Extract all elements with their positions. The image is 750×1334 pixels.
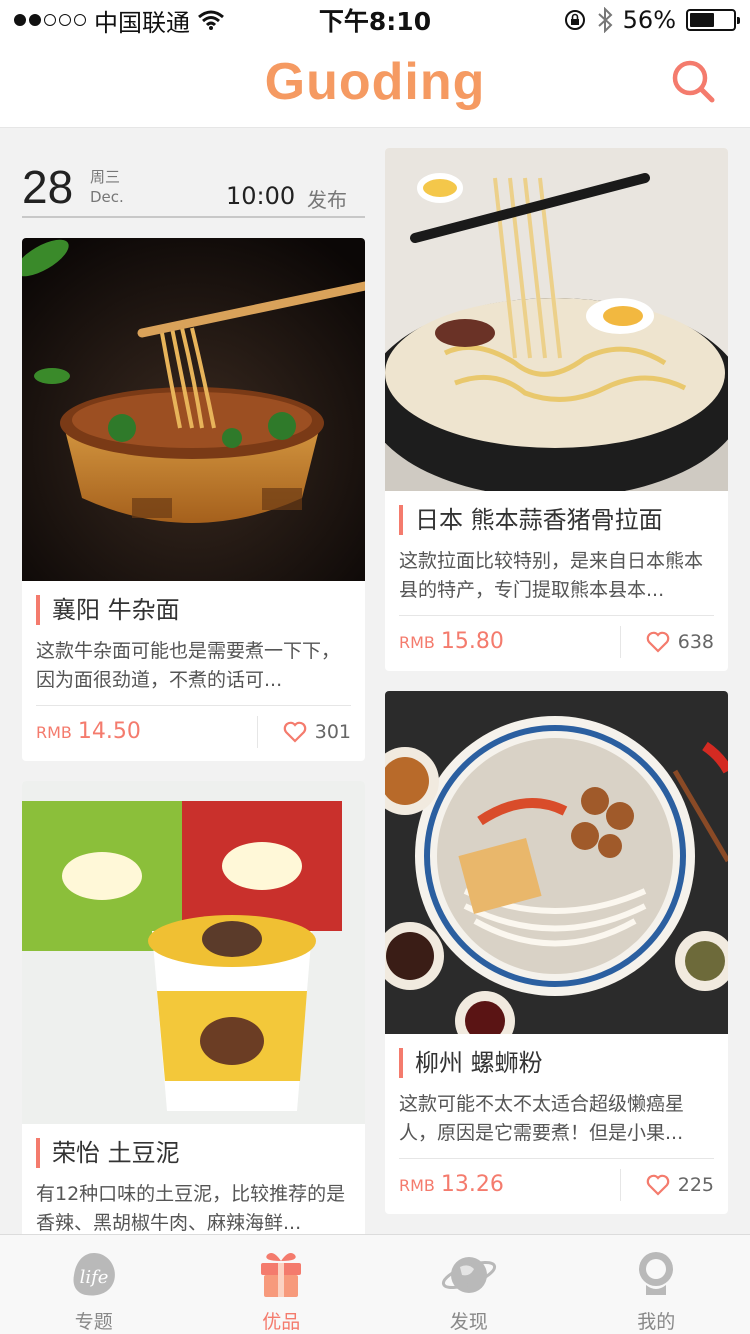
tab-label: 我的 <box>637 1311 676 1333</box>
product-card[interactable]: 柳州 螺蛳粉 这款可能不太不太适合超级懒癌星人，原因是它需要煮！但是小果... … <box>385 691 728 1214</box>
tab-label: 优品 <box>262 1311 301 1333</box>
product-price: RMB 13.26 <box>399 1172 620 1197</box>
battery-percent: 56% <box>622 6 676 34</box>
like-count: 301 <box>314 720 351 743</box>
like-button[interactable]: 301 <box>257 715 351 748</box>
svg-text:life: life <box>79 1267 108 1288</box>
product-description: 这款牛杂面可能也是需要煮一下下，因为面很劲道，不煮的话可... <box>36 640 341 691</box>
product-image <box>385 691 728 1034</box>
tab-profile[interactable]: 我的 <box>563 1235 750 1334</box>
product-description: 有12种口味的土豆泥，比较推荐的是香辣、黑胡椒牛肉、麻辣海鲜... <box>36 1183 346 1234</box>
product-title: 柳州 螺蛳粉 <box>399 1048 714 1078</box>
date-month: Dec. <box>90 188 124 206</box>
product-footer: RMB 14.50 301 <box>36 705 351 757</box>
product-image <box>22 781 365 1124</box>
planet-icon <box>441 1257 496 1293</box>
app-logo: Guoding <box>264 53 486 111</box>
life-icon: life <box>73 1253 115 1296</box>
tab-label: 专题 <box>74 1311 113 1333</box>
product-description: 这款拉面比较特别，是来自日本熊本县的特产，专门提取熊本县本... <box>399 550 704 601</box>
price-value: 15.80 <box>440 629 504 654</box>
product-price: RMB 15.80 <box>399 629 620 654</box>
price-value: 14.50 <box>77 719 141 744</box>
product-card[interactable]: 日本 熊本蒜香猪骨拉面 这款拉面比较特别，是来自日本熊本县的特产，专门提取熊本县… <box>385 148 728 671</box>
search-button[interactable] <box>668 56 720 108</box>
heart-icon <box>283 721 307 743</box>
price-currency: RMB <box>399 633 435 652</box>
publish-date-header: 28 周三 Dec. 10:00 发布 <box>22 148 365 218</box>
tab-topics[interactable]: life 专题 <box>0 1235 188 1334</box>
heart-icon <box>646 631 670 653</box>
rotation-lock-icon <box>564 10 585 30</box>
like-count: 225 <box>677 1173 714 1196</box>
product-card[interactable]: 荣怡 土豆泥 有12种口味的土豆泥，比较推荐的是香辣、黑胡椒牛肉、麻辣海鲜... <box>22 781 365 1241</box>
product-footer: RMB 13.26 225 <box>399 1158 714 1210</box>
product-price: RMB 14.50 <box>36 719 257 744</box>
price-currency: RMB <box>36 723 72 742</box>
date-day: 28 <box>22 161 74 213</box>
product-card[interactable]: 襄阳 牛杂面 这款牛杂面可能也是需要煮一下下，因为面很劲道，不煮的话可... R… <box>22 238 365 761</box>
tab-label: 发现 <box>449 1311 488 1333</box>
product-title: 日本 熊本蒜香猪骨拉面 <box>399 505 714 535</box>
app-header: Guoding <box>0 40 750 128</box>
heart-icon <box>646 1174 670 1196</box>
publish-time: 10:00 <box>226 182 296 210</box>
profile-icon <box>639 1252 674 1295</box>
like-button[interactable]: 638 <box>620 625 714 658</box>
publish-label: 发布 <box>307 188 347 212</box>
tab-products[interactable]: 优品 <box>188 1235 376 1334</box>
product-image <box>22 238 365 581</box>
tab-discover[interactable]: 发现 <box>375 1235 563 1334</box>
battery-icon <box>686 9 740 31</box>
like-button[interactable]: 225 <box>620 1168 714 1201</box>
product-footer: RMB 15.80 638 <box>399 615 714 667</box>
product-description: 这款可能不太不太适合超级懒癌星人，原因是它需要煮！但是小果... <box>399 1093 685 1144</box>
gift-icon <box>261 1253 302 1297</box>
date-weekday: 周三 <box>90 168 121 186</box>
bluetooth-icon <box>597 7 613 33</box>
status-bar: 中国联通 下午8:10 56% <box>0 0 750 40</box>
price-currency: RMB <box>399 1176 435 1195</box>
tab-bar: life 专题 优品 发现 我的 <box>0 1234 750 1334</box>
product-image <box>385 148 728 491</box>
product-title: 荣怡 土豆泥 <box>36 1138 351 1168</box>
price-value: 13.26 <box>440 1172 504 1197</box>
product-title: 襄阳 牛杂面 <box>36 595 351 625</box>
like-count: 638 <box>677 630 714 653</box>
